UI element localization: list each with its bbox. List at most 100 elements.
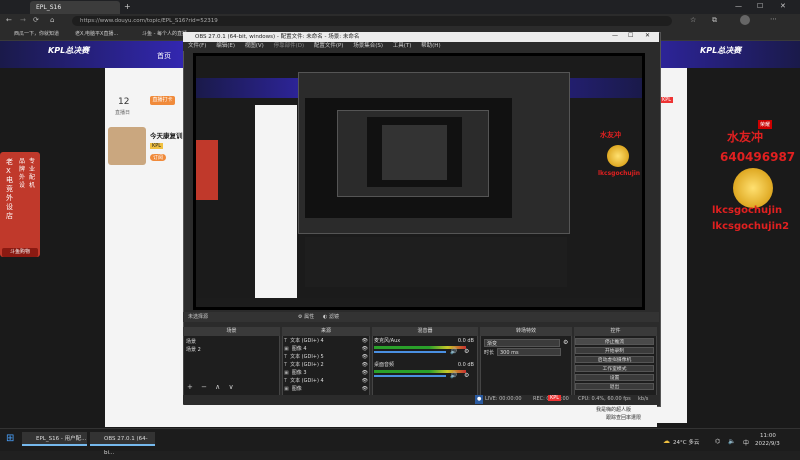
tab-title: EPL_S16 — [36, 4, 62, 11]
text-source-icon: T — [284, 354, 288, 360]
menu-help[interactable]: 帮助(H) — [421, 43, 440, 49]
forward-icon[interactable]: → — [20, 16, 26, 24]
source-label: 图像 — [291, 386, 302, 392]
overlay-number: 640496987 — [720, 150, 796, 164]
source-item[interactable]: T 文本 (GDI+) 4 👁 — [284, 337, 368, 345]
scene-toolbar[interactable]: + − ∧ ∨ — [187, 383, 237, 391]
volume-icon[interactable]: 🔈 — [728, 438, 735, 445]
volume-slider[interactable] — [374, 375, 446, 377]
duration-input[interactable]: 300 ms — [497, 348, 561, 356]
visibility-icon[interactable]: 👁 — [362, 377, 368, 385]
clock-time[interactable]: 11:00 — [760, 433, 776, 439]
virtual-camera-button[interactable]: 启动虚拟摄像机 — [575, 356, 654, 363]
source-label: 图像 4 — [291, 346, 307, 352]
windows-start-icon[interactable]: ⊞ — [6, 433, 14, 444]
visibility-icon[interactable]: 👁 — [362, 385, 368, 393]
more-icon[interactable]: ⋯ — [770, 15, 777, 23]
home-icon[interactable]: ⌂ — [50, 16, 54, 24]
banner-store-name: 老X电竞外设店 — [6, 158, 13, 220]
source-label: 文本 (GDI+) 4 — [290, 378, 324, 384]
streamer-thumbnail[interactable] — [108, 127, 146, 165]
close-button[interactable]: ✕ — [780, 2, 786, 10]
transition-select[interactable]: 渐变 — [484, 339, 560, 347]
favorites-icon[interactable]: ☆ — [690, 16, 696, 24]
subscribe-button[interactable]: 订阅 — [150, 154, 167, 161]
settings-button[interactable]: 设置 — [575, 374, 654, 381]
banner-line: 品牌外设 — [19, 158, 26, 189]
mixer-track: 桌面音频 0.0 dB — [374, 361, 474, 369]
ime-indicator[interactable]: 中 — [743, 438, 749, 447]
source-item[interactable]: ▣ 图像 👁 — [284, 385, 368, 393]
start-recording-button[interactable]: 开始录制 — [575, 347, 654, 354]
taskbar-item-browser[interactable]: EPL_S16 - 用户配... — [22, 432, 87, 446]
text-source-icon: T — [284, 362, 288, 368]
favorite-item[interactable]: 西瓜一下，你就知道 — [14, 30, 59, 38]
banner-cta[interactable]: 斗鱼购物 — [2, 248, 38, 257]
kpl-tag: KPL — [150, 143, 164, 149]
source-item[interactable]: ▣ 图像 4 👁 — [284, 345, 368, 353]
track-db: 0.0 dB — [457, 362, 474, 368]
volume-slider[interactable] — [374, 351, 446, 353]
profile-avatar[interactable] — [740, 15, 750, 25]
source-label: 文本 (GDI+) 2 — [290, 362, 324, 368]
overlay-name: 水友冲 — [727, 130, 764, 144]
visibility-icon[interactable]: 👁 — [362, 361, 368, 369]
obs-minimize-button[interactable]: — — [612, 32, 618, 39]
properties-button[interactable]: ⚙ 属性 — [298, 312, 314, 322]
visibility-icon[interactable]: 👁 — [362, 353, 368, 361]
mixer-dock-title: 混音器 — [372, 327, 478, 336]
network-icon[interactable]: ⌬ — [715, 438, 720, 445]
promo-text[interactable]: 我是嗨的超人版 — [596, 406, 631, 413]
speaker-icon[interactable]: 🔊 — [450, 372, 457, 379]
source-item[interactable]: T 文本 (GDI+) 5 👁 — [284, 353, 368, 361]
visibility-icon[interactable]: 👁 — [362, 337, 368, 345]
visibility-icon[interactable]: 👁 — [362, 345, 368, 353]
left-content-panel — [105, 68, 185, 423]
refresh-icon[interactable]: ⟳ — [33, 16, 39, 24]
nested-preview-3 — [382, 125, 447, 180]
visibility-icon[interactable]: 👁 — [362, 369, 368, 377]
url-input[interactable]: https://www.douyu.com/topic/EPL_S16?rid=… — [72, 16, 672, 26]
obs-close-button[interactable]: ✕ — [645, 32, 650, 39]
track-name: 桌面音频 — [374, 362, 395, 368]
source-item[interactable]: T 文本 (GDI+) 2 👁 — [284, 361, 368, 369]
checkin-button[interactable]: 直播打卡 — [150, 96, 175, 105]
taskbar-item-obs[interactable]: OBS 27.0.1 (64-bi... — [90, 432, 155, 456]
maximize-button[interactable]: ☐ — [757, 2, 763, 10]
no-source-label: 未选择源 — [188, 314, 209, 320]
studio-mode-button[interactable]: 工作室模式 — [575, 365, 654, 372]
menu-file[interactable]: 文件(F) — [188, 43, 206, 49]
filters-button[interactable]: ◐ 滤镜 — [323, 312, 339, 322]
scene-item[interactable]: 场景 2 — [186, 346, 278, 354]
nav-home[interactable]: 首页 — [157, 51, 171, 61]
back-icon[interactable]: ← — [6, 16, 12, 24]
menu-view[interactable]: 视图(V) — [245, 43, 264, 49]
gear-icon[interactable]: ⚙ — [563, 339, 568, 346]
menu-tools[interactable]: 工具(T) — [393, 43, 412, 49]
exit-button[interactable]: 退出 — [575, 383, 654, 390]
new-tab-button[interactable]: + — [124, 2, 131, 11]
source-item[interactable]: T 文本 (GDI+) 4 👁 — [284, 377, 368, 385]
minimize-button[interactable]: — — [735, 2, 742, 10]
favorite-item[interactable]: 老X,电脑平X直播... — [75, 30, 118, 38]
gear-icon[interactable]: ⚙ — [464, 348, 469, 355]
browser-tab[interactable]: EPL_S16 — [30, 1, 120, 14]
stop-streaming-button[interactable]: 停止推流 — [575, 338, 654, 345]
obs-maximize-button[interactable]: ☐ — [628, 32, 633, 39]
menu-scene-collection[interactable]: 场景集合(S) — [353, 43, 383, 49]
clock-date[interactable]: 2022/9/3 — [755, 441, 780, 447]
menu-docks[interactable]: 停靠部件(D) — [274, 43, 305, 49]
gear-icon[interactable]: ⚙ — [464, 372, 469, 379]
right-content-panel — [657, 68, 687, 423]
speaker-icon[interactable]: 🔊 — [450, 348, 457, 355]
menu-profile[interactable]: 配置文件(P) — [314, 43, 344, 49]
promo-link[interactable]: 跟踪查回率遭限 — [606, 414, 641, 421]
source-item[interactable]: ▣ 图像 3 👁 — [284, 369, 368, 377]
collections-icon[interactable]: ⧉ — [712, 16, 717, 25]
weather-text[interactable]: 24°C 多云 — [673, 438, 699, 446]
sources-dock-title: 来源 — [282, 327, 370, 336]
duration-label: 时长 — [484, 350, 495, 356]
menu-edit[interactable]: 编辑(E) — [216, 43, 235, 49]
streamer-title[interactable]: 今天康复训 — [150, 130, 183, 140]
scene-item[interactable]: 场景 — [186, 338, 278, 346]
